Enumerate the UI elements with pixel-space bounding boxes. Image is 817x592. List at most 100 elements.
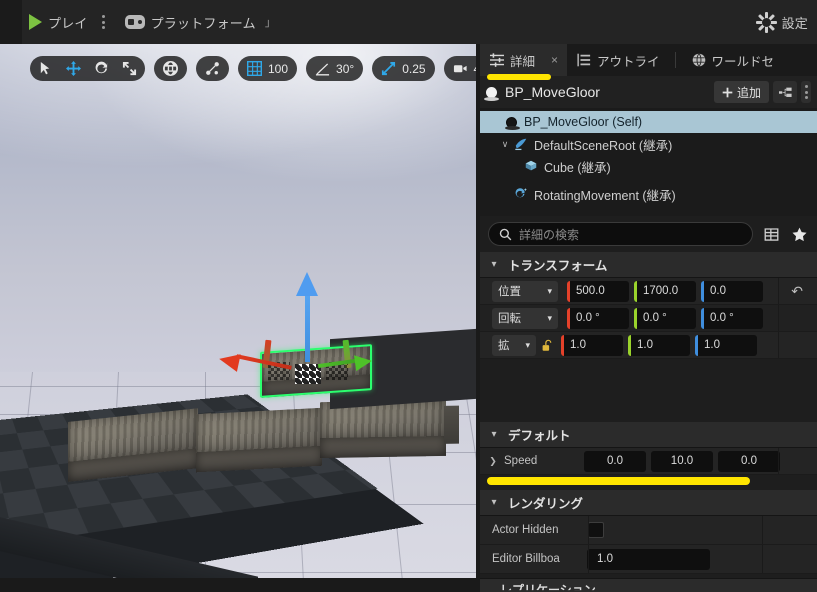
location-z-field[interactable]: 0.0 [701,280,763,302]
gizmo-center-handle[interactable] [295,364,321,384]
grid-view-button[interactable] [761,224,781,244]
component-hierarchy-button[interactable] [773,81,797,103]
location-x-field[interactable]: 500.0 [567,280,629,302]
close-icon[interactable]: × [551,53,558,67]
section-transform-header[interactable]: ▾ トランスフォーム [480,252,817,278]
panel-tabstrip: 詳細 × アウトライ ワールドセ [480,44,817,76]
details-options-button[interactable] [801,81,811,103]
scale-y-field[interactable]: 1.0 [628,334,690,356]
tab-details[interactable]: 詳細 × [480,44,568,76]
coordinate-system-button[interactable] [154,56,187,81]
angle-snap-icon [315,63,330,76]
surface-snap-button[interactable] [196,56,229,81]
main-toolbar: プレイ プラットフォーム 」 設定 [0,0,817,44]
editor-billboard-field[interactable]: 1.0 [587,548,710,570]
actor-sphere-icon [484,86,499,101]
property-row-actor-hidden: Actor Hidden [480,516,817,545]
add-component-label: 追加 [736,85,761,100]
scale-label: 拡 [498,340,510,352]
play-options-button[interactable] [95,7,112,37]
scale-snap-button[interactable]: 0.25 [372,56,435,81]
location-vector-fields: 500.0 1700.0 0.0 [567,280,763,302]
speed-y-field[interactable]: 10.0 [651,450,713,472]
location-label: 位置 [498,286,521,298]
rotation-x-value: 0.0 ° [576,312,600,324]
unlocked-padlock-icon [542,339,552,351]
section-cut-off-title: レプリケーション [500,583,596,592]
location-y-value: 1700.0 [643,285,679,297]
property-row-rotation: 回転 ▾ 0.0 ° 0.0 ° 0.0 ° [480,305,817,332]
move-tool-button[interactable] [66,61,81,76]
grid-snap-value: 100 [268,61,289,76]
speed-expander[interactable]: ❯ [484,456,502,467]
search-input[interactable]: 詳細の検索 [488,222,753,246]
cube-mesh-icon [522,158,540,174]
camera-speed-value: 4 [474,62,476,76]
platform-button[interactable]: プラットフォーム 」 [118,7,283,37]
section-default-header[interactable]: ▾ デフォルト [480,422,817,448]
section-default-title: デフォルト [508,429,571,443]
gizmo-x-arrow-icon[interactable] [217,350,241,372]
gear-icon [755,11,777,33]
transform-mode-group [30,56,145,81]
tree-item-cube[interactable]: Cube (継承) [480,155,817,177]
scene-root-glyph [515,138,527,151]
speed-x-field[interactable]: 0.0 [584,450,646,472]
favorites-button[interactable] [789,224,809,244]
grid-view-icon [764,227,778,241]
play-controls-group: プレイ プラットフォーム 」 [22,0,283,44]
outliner-list-icon [577,53,591,67]
scale-z-field[interactable]: 1.0 [695,334,757,356]
tree-item-label: Cube (継承) [544,160,611,175]
chevron-down-icon: ▾ [491,497,497,508]
rotation-z-value: 0.0 ° [710,312,734,324]
tab-outliner-label: アウトライ [597,54,660,69]
tree-item-rotating-movement[interactable]: RotatingMovement (継承) [480,183,817,205]
search-icon [499,228,512,240]
object-name: BP_MoveGloor [505,84,600,100]
add-component-button[interactable]: 追加 [713,81,769,103]
stone-platform-2 [196,407,335,473]
scale-lock-button[interactable] [539,339,555,352]
component-hierarchy-icon [778,87,792,97]
scale-snap-icon [382,61,396,76]
scale-x-field[interactable]: 1.0 [561,334,623,356]
scale-dropdown[interactable]: 拡 ▾ [492,334,536,356]
speed-z-value: 0.0 [741,455,757,467]
gizmo-y-arrow-icon[interactable] [353,352,374,372]
tree-expander[interactable]: ∨ [498,139,512,150]
actor-hidden-checkbox[interactable] [588,522,604,538]
unreal-editor-window: プレイ プラットフォーム 」 設定 100 30° 0.25 詳細 × アウトラ… [0,0,817,592]
grid-snap-button[interactable]: 100 [238,56,298,81]
camera-speed-button[interactable]: 4 [443,56,476,81]
chevron-down-icon: ▾ [491,429,497,440]
speed-vector-fields: 0.0 10.0 0.0 [584,450,780,472]
settings-button[interactable]: 設定 [750,7,815,37]
rotation-z-field[interactable]: 0.0 ° [701,307,763,329]
location-dropdown[interactable]: 位置 ▾ [492,280,558,302]
location-y-field[interactable]: 1700.0 [634,280,696,302]
reset-arrow-icon[interactable]: ↶ [791,283,803,300]
rotate-tool-button[interactable] [94,61,109,76]
rotation-dropdown[interactable]: 回転 ▾ [492,307,558,329]
tab-world-settings[interactable]: ワールドセ [682,44,784,76]
surface-snap-icon [206,62,219,75]
details-panel: 詳細 × アウトライ ワールドセ BP_MoveGloor 追加 BP_Move… [480,44,817,592]
section-cut-off[interactable]: レプリケーション [480,578,817,592]
level-viewport[interactable]: 100 30° 0.25 4 [0,44,476,578]
actor-sphere-icon [502,114,520,130]
plus-icon [722,87,733,97]
angle-snap-button[interactable]: 30° [306,56,364,81]
tab-outliner[interactable]: アウトライ [567,44,669,76]
gizmo-z-arrow-icon[interactable] [296,272,318,296]
tree-item-self[interactable]: BP_MoveGloor (Self) [480,111,817,133]
location-x-value: 500.0 [576,285,605,297]
section-rendering-header[interactable]: ▾ レンダリング [480,490,817,516]
scale-tool-button[interactable] [122,61,137,76]
tree-item-default-scene-root[interactable]: ∨ DefaultSceneRoot (継承) [480,133,817,155]
speed-z-field[interactable]: 0.0 [718,450,780,472]
rotation-y-field[interactable]: 0.0 ° [634,307,696,329]
select-tool-button[interactable] [38,61,53,76]
play-button[interactable]: プレイ [22,7,95,37]
rotation-x-field[interactable]: 0.0 ° [567,307,629,329]
